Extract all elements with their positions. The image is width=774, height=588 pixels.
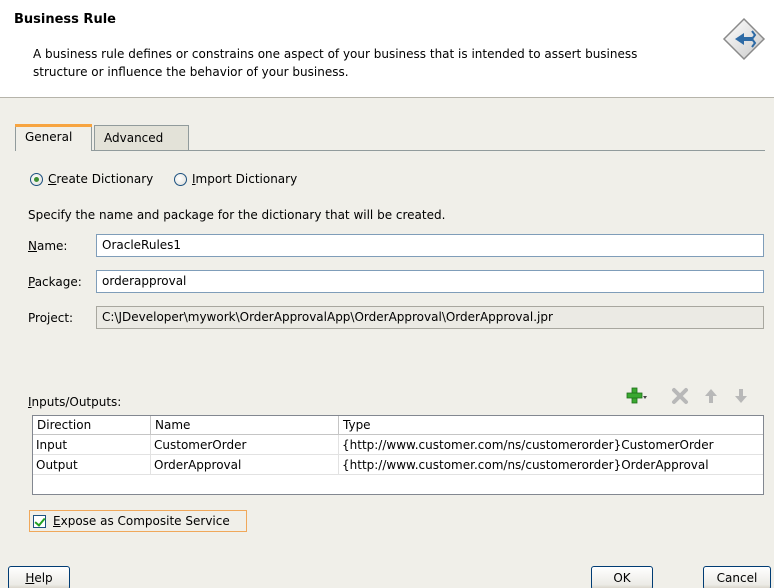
create-dictionary-label: Create Dictionary	[48, 172, 154, 186]
ok-button[interactable]: OK	[591, 566, 653, 588]
table-cell[interactable]: Input	[33, 435, 151, 455]
expose-composite-checkbox[interactable]	[33, 514, 46, 528]
import-dictionary-radio[interactable]	[174, 172, 187, 186]
package-label: Package:	[28, 275, 82, 289]
delete-icon[interactable]	[670, 386, 692, 406]
column-header-name[interactable]: Name	[151, 416, 339, 435]
table-cell[interactable]: Output	[33, 455, 151, 475]
dialog-title: Business Rule	[14, 12, 116, 27]
dialog-description: A business rule defines or constrains on…	[33, 47, 638, 79]
inputs-outputs-table[interactable]: Direction Name Type Input CustomerOrder …	[32, 415, 764, 495]
spec-instruction: Specify the name and package for the dic…	[28, 208, 446, 222]
tab-advanced-label: Advanced	[104, 131, 164, 145]
tab-general-label: General	[25, 130, 73, 144]
column-header-type[interactable]: Type	[339, 416, 763, 435]
help-button[interactable]: Help	[8, 566, 70, 588]
inputs-outputs-label: Inputs/Outputs:	[28, 395, 122, 409]
name-input[interactable]: OracleRules1	[96, 234, 764, 257]
import-dictionary-radio-row[interactable]: Import Dictionary	[174, 170, 297, 188]
business-rule-icon	[722, 17, 766, 61]
table-cell[interactable]: {http://www.customer.com/ns/customerorde…	[339, 435, 763, 455]
package-input[interactable]: orderapproval	[96, 270, 764, 293]
name-label: Name:	[28, 239, 68, 253]
expose-composite-checkbox-row[interactable]: Expose as Composite Service	[29, 510, 247, 532]
dialog-header: Business Rule A business rule defines or…	[0, 0, 774, 98]
create-dictionary-radio[interactable]	[30, 172, 43, 186]
table-cell[interactable]: CustomerOrder	[151, 435, 339, 455]
add-icon[interactable]	[626, 386, 648, 406]
cancel-button[interactable]: Cancel	[703, 566, 771, 588]
expose-composite-label: Expose as Composite Service	[53, 514, 230, 528]
move-up-icon[interactable]	[700, 386, 722, 406]
column-header-direction[interactable]: Direction	[33, 416, 151, 435]
project-path-field: C:\JDeveloper\mywork\OrderApprovalApp\Or…	[96, 306, 764, 329]
table-cell[interactable]: OrderApproval	[151, 455, 339, 475]
create-dictionary-radio-row[interactable]: Create Dictionary	[30, 170, 153, 188]
tab-general[interactable]: General	[15, 124, 92, 151]
table-cell[interactable]: {http://www.customer.com/ns/customerorde…	[339, 455, 763, 475]
import-dictionary-label: Import Dictionary	[192, 172, 298, 186]
project-label: Project:	[28, 311, 74, 325]
move-down-icon[interactable]	[730, 386, 752, 406]
tab-advanced[interactable]: Advanced	[94, 125, 189, 151]
